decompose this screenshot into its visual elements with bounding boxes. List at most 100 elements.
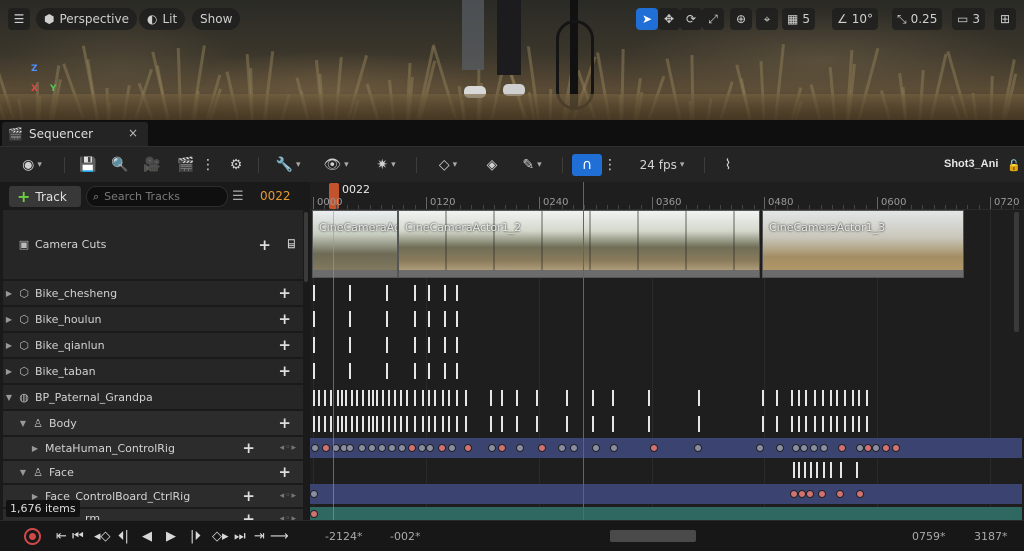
select-tool-button[interactable]: ➤ bbox=[636, 8, 658, 30]
key-options-button[interactable]: ◇ ▾ bbox=[430, 154, 466, 176]
keyframe-mark[interactable] bbox=[852, 390, 854, 406]
keyframe-mark[interactable] bbox=[516, 390, 518, 406]
keyframe-mark[interactable] bbox=[368, 390, 370, 406]
keyframe-mark[interactable] bbox=[816, 462, 818, 478]
keyframe-mark[interactable] bbox=[698, 390, 700, 406]
keyframe-mark[interactable] bbox=[376, 390, 378, 406]
keyframe-mark[interactable] bbox=[394, 416, 396, 432]
maximize-viewport-button[interactable]: ⊞ bbox=[994, 8, 1016, 30]
control-rig-key[interactable] bbox=[448, 444, 456, 452]
keyframe-mark[interactable] bbox=[465, 390, 467, 406]
scale-snap-button[interactable]: ⤡ 0.25 bbox=[892, 8, 943, 30]
keyframe-mark[interactable] bbox=[422, 416, 424, 432]
browse-button[interactable]: 🔍 bbox=[108, 154, 132, 176]
track-row-body[interactable]: ▼ ♙ Body + bbox=[3, 411, 303, 436]
control-rig-key[interactable] bbox=[856, 490, 864, 498]
control-rig-key[interactable] bbox=[792, 444, 800, 452]
keyframe-mark[interactable] bbox=[852, 416, 854, 432]
keyframe-mark[interactable] bbox=[434, 416, 436, 432]
keyframe-mark[interactable] bbox=[349, 337, 351, 353]
expand-arrow-icon[interactable]: ▶ bbox=[3, 315, 15, 324]
keyframe-mark[interactable] bbox=[805, 416, 807, 432]
keyframe-mark[interactable] bbox=[444, 363, 446, 379]
keyframe-mark[interactable] bbox=[776, 390, 778, 406]
keyframe-mark[interactable] bbox=[313, 311, 315, 327]
add-key-button[interactable]: + bbox=[242, 439, 255, 457]
record-button[interactable] bbox=[24, 528, 41, 545]
play-button[interactable]: ▶ bbox=[166, 529, 176, 544]
lock-button[interactable]: 🔓 bbox=[1006, 154, 1022, 176]
keyframe-mark[interactable] bbox=[313, 285, 315, 301]
control-rig-key[interactable] bbox=[464, 444, 472, 452]
keyframe-mark[interactable] bbox=[762, 416, 764, 432]
control-rig-key[interactable] bbox=[650, 444, 658, 452]
keyframe-mark[interactable] bbox=[313, 416, 315, 432]
control-rig-key[interactable] bbox=[798, 490, 806, 498]
keyframe-mark[interactable] bbox=[341, 390, 343, 406]
control-rig-key[interactable] bbox=[538, 444, 546, 452]
keyframe-mark[interactable] bbox=[830, 416, 832, 432]
keyframe-mark[interactable] bbox=[372, 390, 374, 406]
add-key-button[interactable]: + bbox=[242, 487, 255, 505]
add-track-button[interactable]: + Track bbox=[9, 186, 81, 207]
next-key-button[interactable]: ⏭ bbox=[234, 529, 246, 544]
control-rig-key[interactable] bbox=[872, 444, 880, 452]
expand-arrow-icon[interactable]: ▶ bbox=[3, 341, 15, 350]
keyframe-mark[interactable] bbox=[428, 390, 430, 406]
keyframe-mark[interactable] bbox=[388, 416, 390, 432]
keyframe-mark[interactable] bbox=[330, 390, 332, 406]
control-rig-key[interactable] bbox=[776, 444, 784, 452]
add-track-button[interactable]: + bbox=[278, 284, 291, 302]
keyframe-mark[interactable] bbox=[442, 416, 444, 432]
keyframe-mark[interactable] bbox=[490, 390, 492, 406]
collapse-arrow-icon[interactable]: ▼ bbox=[17, 468, 29, 477]
keyframe-mark[interactable] bbox=[324, 416, 326, 432]
keyframe-mark[interactable] bbox=[501, 390, 503, 406]
view-range-end[interactable]: 3187* bbox=[974, 530, 1008, 543]
keyframe-mark[interactable] bbox=[386, 311, 388, 327]
expand-arrow-icon[interactable]: ▶ bbox=[3, 289, 15, 298]
keyframe-mark[interactable] bbox=[448, 416, 450, 432]
control-rig-key[interactable] bbox=[892, 444, 900, 452]
grid-snap-button[interactable]: ▦ 5 bbox=[782, 8, 815, 30]
settings-menu-button[interactable]: 🔧 ▾ bbox=[270, 154, 306, 176]
control-rig-key[interactable] bbox=[438, 444, 446, 452]
keyframe-mark[interactable] bbox=[337, 390, 339, 406]
world-menu-button[interactable]: ◉ ▾ bbox=[14, 154, 50, 176]
keyframe-mark[interactable] bbox=[456, 416, 458, 432]
clapper-button[interactable]: 🎬 bbox=[174, 154, 198, 176]
frame-rate-dropdown[interactable]: 24 fps ▾ bbox=[632, 154, 692, 176]
add-track-button[interactable]: + bbox=[278, 310, 291, 328]
track-row-bike-houlun[interactable]: ▶ ⬡ Bike_houlun + bbox=[3, 307, 303, 332]
playback-end-marker[interactable] bbox=[583, 182, 584, 520]
step-forward-key-button[interactable]: ◇▸ bbox=[212, 529, 229, 544]
keyframe-mark[interactable] bbox=[822, 390, 824, 406]
keyframe-mark[interactable] bbox=[414, 337, 416, 353]
keyframe-mark[interactable] bbox=[313, 363, 315, 379]
step-back-key-button[interactable]: ◂◇ bbox=[94, 529, 111, 544]
keyframe-mark[interactable] bbox=[566, 390, 568, 406]
keyframe-mark[interactable] bbox=[814, 390, 816, 406]
add-track-button[interactable]: + bbox=[278, 414, 291, 432]
keyframe-mark[interactable] bbox=[330, 416, 332, 432]
control-rig-key[interactable] bbox=[322, 444, 330, 452]
keyframe-mark[interactable] bbox=[823, 462, 825, 478]
keyframe-mark[interactable] bbox=[648, 416, 650, 432]
keyframe-mark[interactable] bbox=[456, 363, 458, 379]
keyframe-mark[interactable] bbox=[414, 285, 416, 301]
keyframe-mark[interactable] bbox=[822, 416, 824, 432]
keyframe-mark[interactable] bbox=[345, 416, 347, 432]
keyframe-mark[interactable] bbox=[536, 416, 538, 432]
curve-editor-toggle-button[interactable]: ⌇ bbox=[716, 154, 740, 176]
keyframe-mark[interactable] bbox=[804, 462, 806, 478]
keyframe-mark[interactable] bbox=[324, 390, 326, 406]
keyframe-mark[interactable] bbox=[501, 416, 503, 432]
control-rig-key[interactable] bbox=[310, 490, 318, 498]
keyframe-mark[interactable] bbox=[830, 462, 832, 478]
keyframe-mark[interactable] bbox=[444, 285, 446, 301]
keyframe-mark[interactable] bbox=[337, 416, 339, 432]
control-rig-key[interactable] bbox=[800, 444, 808, 452]
loop-mode-button[interactable]: ⟶ bbox=[270, 529, 289, 544]
working-range-end[interactable]: 0759* bbox=[912, 530, 946, 543]
keyframe-mark[interactable] bbox=[351, 416, 353, 432]
